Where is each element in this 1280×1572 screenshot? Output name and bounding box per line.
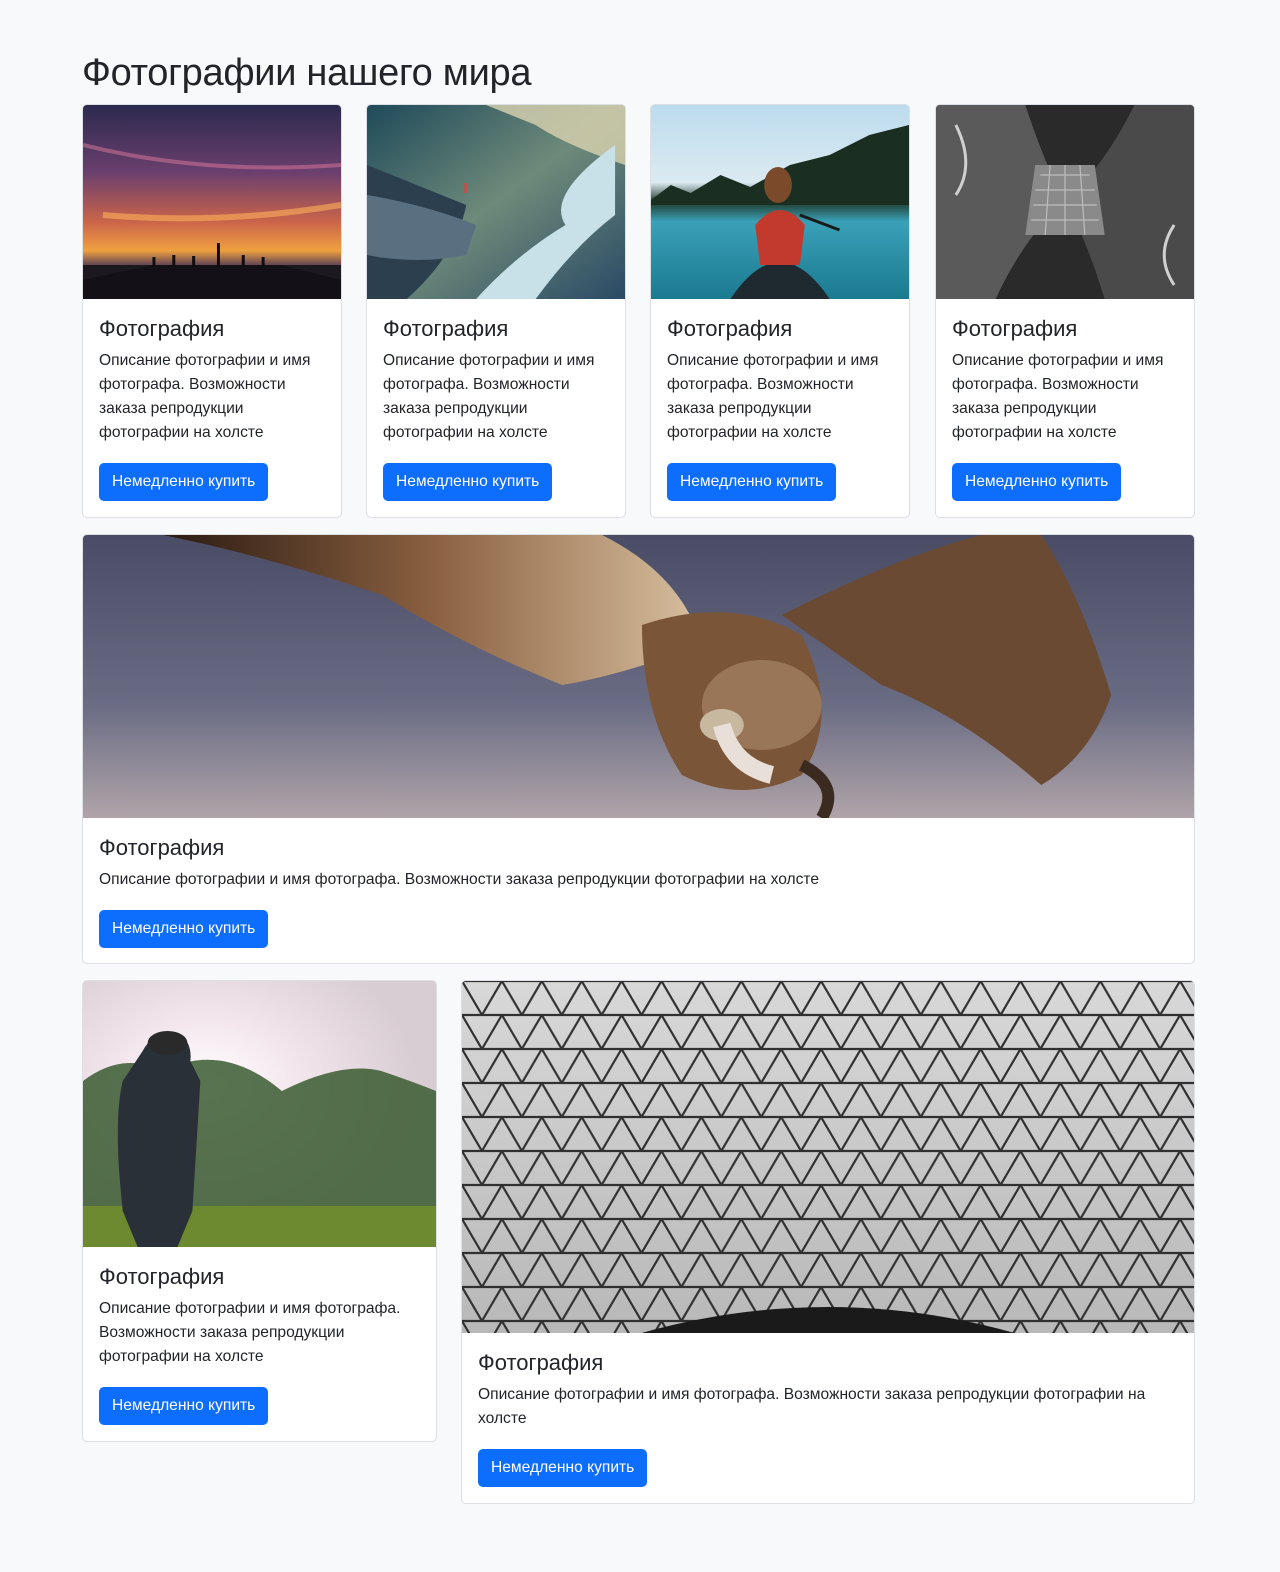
photo-card-wide: Фотография Описание фотографии и имя фот…: [82, 534, 1195, 964]
photo-card: Фотография Описание фотографии и имя фот…: [82, 104, 342, 518]
card-title: Фотография: [952, 316, 1078, 341]
card-description: Описание фотографии и имя фотографа. Воз…: [667, 352, 879, 441]
card-image-mountain-fjord: [367, 105, 625, 299]
buy-now-button[interactable]: Немедленно купить: [478, 1449, 648, 1487]
page-title: Фотографии нашего мира: [82, 52, 532, 94]
card-title: Фотография: [383, 316, 509, 341]
card-image-girl-in-canoe: [651, 105, 909, 299]
photo-card: Фотография Описание фотографии и имя фот…: [650, 104, 910, 518]
buy-now-button[interactable]: Немедленно купить: [99, 463, 269, 501]
buy-now-button[interactable]: Немедленно купить: [383, 463, 553, 501]
card-title: Фотография: [667, 316, 793, 341]
card-description: Описание фотографии и имя фотографа. Воз…: [383, 352, 595, 441]
photo-card: Фотография Описание фотографии и имя фот…: [461, 980, 1195, 1504]
buy-now-button[interactable]: Немедленно купить: [99, 910, 269, 948]
card-title: Фотография: [99, 835, 225, 860]
card-title: Фотография: [99, 316, 225, 341]
card-description: Описание фотографии и имя фотографа. Воз…: [99, 1300, 401, 1365]
buy-now-button[interactable]: Немедленно купить: [952, 463, 1122, 501]
card-image-vulture-flying: [83, 535, 1194, 818]
photo-card: Фотография Описание фотографии и имя фот…: [935, 104, 1195, 518]
buy-now-button[interactable]: Немедленно купить: [667, 463, 837, 501]
card-image-sunset-pier: [83, 105, 341, 299]
card-description: Описание фотографии и имя фотографа. Воз…: [99, 352, 311, 441]
card-image-man-in-sunlight: [83, 981, 436, 1247]
card-description: Описание фотографии и имя фотографа. Воз…: [478, 1386, 1146, 1427]
card-description: Описание фотографии и имя фотографа. Воз…: [952, 352, 1164, 441]
buy-now-button[interactable]: Немедленно купить: [99, 1387, 269, 1425]
card-title: Фотография: [99, 1264, 225, 1289]
card-title: Фотография: [478, 1350, 604, 1375]
photo-card: Фотография Описание фотографии и имя фот…: [366, 104, 626, 518]
card-description: Описание фотографии и имя фотографа. Воз…: [99, 871, 820, 888]
card-image-arch-from-below: [936, 105, 1194, 299]
photo-card: Фотография Описание фотографии и имя фот…: [82, 980, 437, 1442]
card-image-glass-roof: [462, 981, 1194, 1333]
